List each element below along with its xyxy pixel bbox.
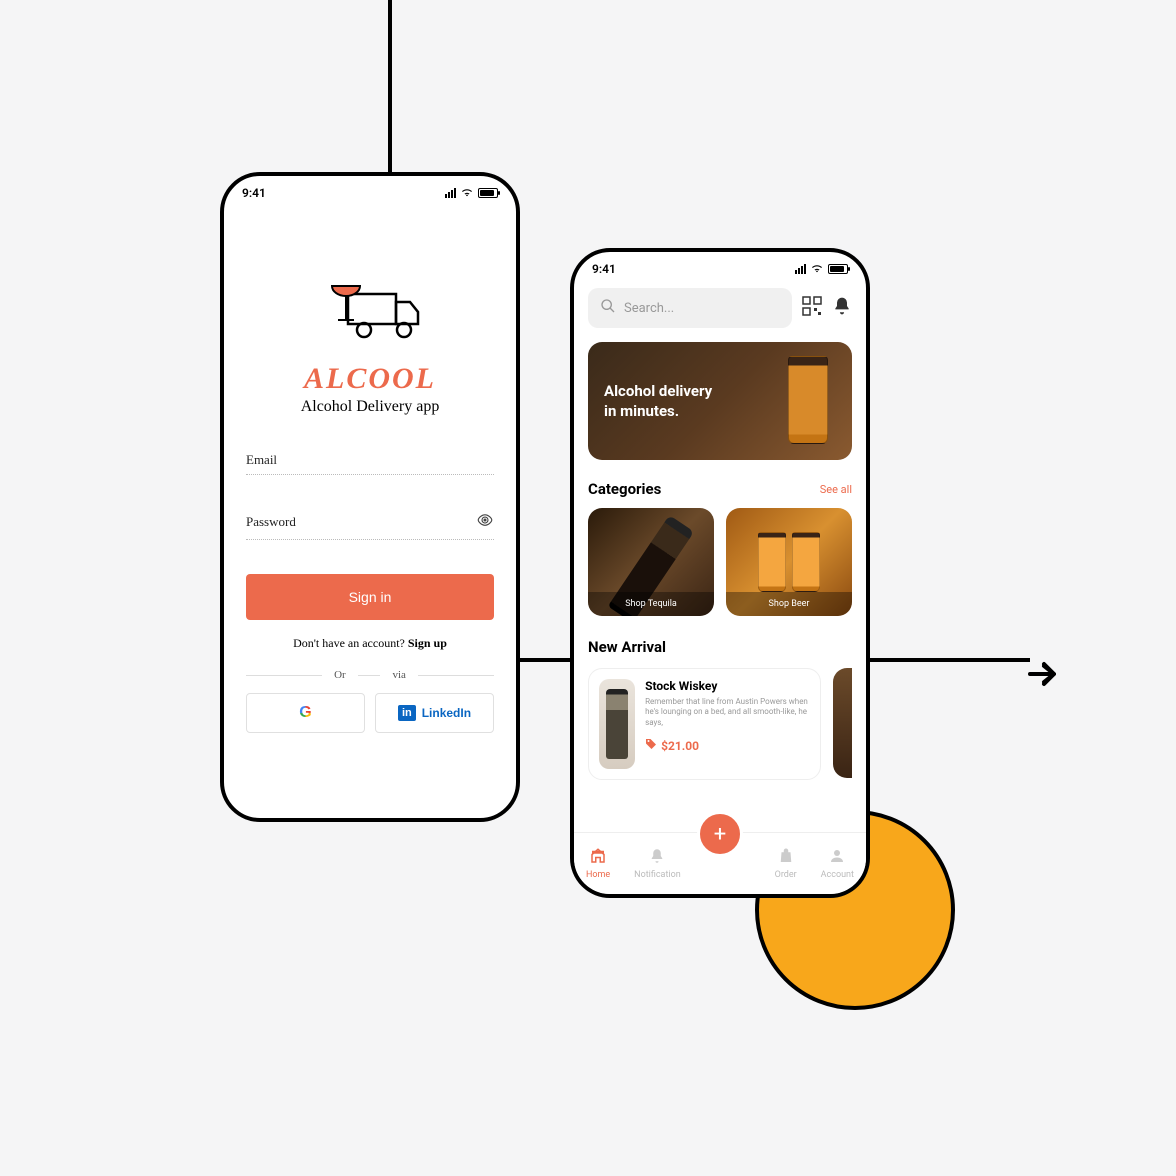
eye-icon[interactable]	[476, 511, 494, 533]
status-bar: 9:41	[224, 176, 516, 206]
next-product-peek[interactable]	[833, 668, 852, 778]
signal-icon	[445, 188, 456, 198]
arrow-right-icon	[1028, 660, 1056, 688]
signup-prompt: Don't have an account? Sign up	[246, 636, 494, 651]
battery-icon	[478, 188, 498, 198]
hero-line1: Alcohol delivery	[604, 381, 712, 401]
google-login-button[interactable]: G	[246, 693, 365, 733]
tag-icon	[645, 738, 657, 753]
status-bar: 9:41	[574, 252, 866, 282]
product-price: $21.00	[661, 739, 699, 753]
password-label: Password	[246, 514, 296, 530]
hero-banner[interactable]: Alcohol delivery in minutes.	[588, 342, 852, 460]
sign-up-link[interactable]: Sign up	[408, 636, 447, 650]
bell-icon	[648, 847, 666, 868]
email-field[interactable]: Email	[246, 446, 494, 475]
phone-login-screen: 9:41 ALCOOL Alcohol Delivery app Email P	[220, 172, 520, 822]
bag-icon	[777, 847, 795, 868]
wifi-icon	[460, 186, 474, 200]
search-input[interactable]: Search...	[588, 288, 792, 328]
category-beer[interactable]: Shop Beer	[726, 508, 852, 616]
email-label: Email	[246, 452, 277, 468]
product-name: Stock Wiskey	[645, 679, 810, 693]
sign-in-button[interactable]: Sign in	[246, 574, 494, 620]
status-time: 9:41	[592, 262, 616, 276]
password-field[interactable]: Password	[246, 505, 494, 540]
product-image	[599, 679, 635, 769]
new-arrival-title: New Arrival	[588, 638, 666, 656]
bell-icon[interactable]	[832, 296, 852, 320]
google-icon: G	[299, 704, 311, 722]
signal-icon	[795, 264, 806, 274]
search-placeholder: Search...	[624, 301, 674, 316]
hero-line2: in minutes.	[604, 401, 712, 421]
divider-or-via: Or via	[246, 669, 494, 681]
nav-notification[interactable]: Notification	[634, 847, 681, 880]
qr-icon[interactable]	[802, 296, 822, 320]
beer-glass-image	[788, 356, 828, 444]
product-description: Remember that line from Austin Powers wh…	[645, 697, 810, 728]
brand-subtitle: Alcohol Delivery app	[246, 398, 494, 416]
nav-order[interactable]: Order	[775, 847, 797, 880]
linkedin-login-button[interactable]: inLinkedIn	[375, 693, 494, 733]
linkedin-icon: in	[398, 705, 416, 721]
category-tequila[interactable]: Shop Tequila	[588, 508, 714, 616]
category-label: Shop Tequila	[588, 592, 714, 616]
product-card[interactable]: Stock Wiskey Remember that line from Aus…	[588, 668, 821, 780]
user-icon	[828, 847, 846, 868]
home-icon	[589, 847, 607, 868]
category-label: Shop Beer	[726, 592, 852, 616]
nav-account[interactable]: Account	[821, 847, 854, 880]
status-time: 9:41	[242, 186, 266, 200]
battery-icon	[828, 264, 848, 274]
phone-home-screen: 9:41 Search... Alcohol delivery in minut…	[570, 248, 870, 898]
bottom-nav: + Home Notification Order Account	[574, 832, 866, 894]
see-all-link[interactable]: See all	[820, 483, 852, 496]
wifi-icon	[810, 262, 824, 276]
search-icon	[600, 298, 616, 318]
add-button[interactable]: +	[697, 811, 743, 857]
brand-name: ALCOOL	[246, 362, 494, 396]
app-logo	[246, 276, 494, 350]
nav-home[interactable]: Home	[586, 847, 610, 880]
categories-title: Categories	[588, 480, 661, 498]
